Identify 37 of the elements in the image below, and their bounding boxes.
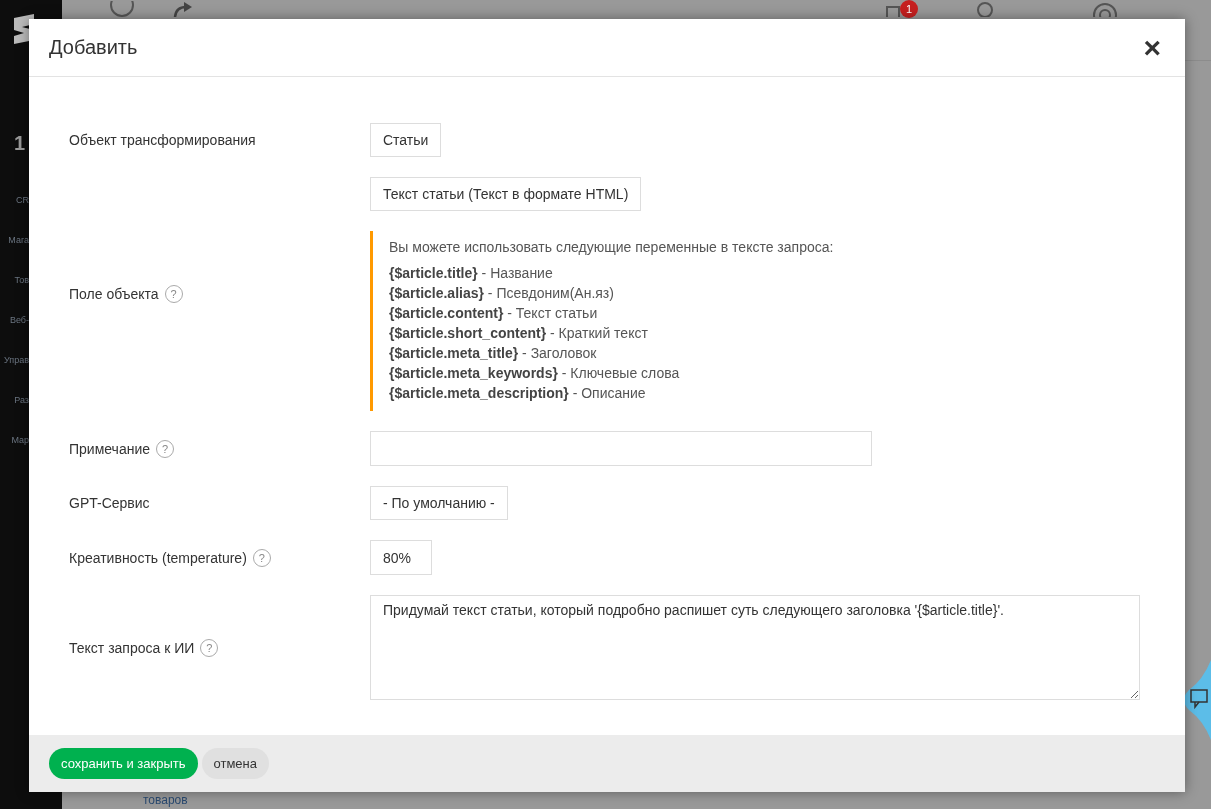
footer-link[interactable]: товаров (143, 794, 188, 807)
field-label: Поле объекта (69, 286, 159, 302)
user-icon[interactable] (976, 1, 994, 17)
input-field[interactable]: 80% (370, 540, 432, 575)
select-field[interactable]: Текст статьи (Текст в формате HTML) (370, 177, 642, 211)
counter-text: 1 (14, 132, 26, 155)
cancel-button[interactable]: отмена (201, 748, 269, 779)
variable-line: {$article.meta_keywords} - Ключевые слова (389, 365, 681, 381)
sidebar-item[interactable]: CR (16, 195, 29, 205)
field-label: Текст запроса к ИИ (69, 639, 195, 656)
variable-line: {$article.short_content} - Краткий текст (389, 325, 649, 341)
hint-text: Вы можете использовать следующие переменные в тексте запроса: (389, 239, 834, 255)
save-close-button[interactable]: сохранить и закрыть (49, 748, 198, 779)
field-label: Креативность (temperature) (69, 549, 247, 566)
redo-icon[interactable] (172, 1, 194, 17)
sidebar-item[interactable]: Тов (14, 275, 29, 285)
variable-line: {$article.content} - Текст статьи (389, 305, 599, 321)
variable-line: {$article.title} - Название (389, 265, 554, 281)
chat-bubble-icon[interactable] (1183, 660, 1211, 740)
close-button[interactable]: × (1139, 32, 1165, 63)
variable-line: {$article.alias} - Псевдоним(Ан.яз) (389, 285, 615, 301)
field-label: Объект трансформирования (69, 132, 256, 148)
dialog-title: Добавить (49, 36, 138, 59)
sidebar-item[interactable]: Мар (11, 435, 29, 445)
variable-line: {$article.meta_description} - Описание (389, 385, 647, 401)
variable-line: {$article.meta_title} - Заголовок (389, 345, 598, 361)
notification-badge: 1 (900, 0, 918, 18)
field-label: Примечание (69, 440, 151, 457)
field-label: GPT-Сервис (69, 495, 150, 511)
input-field[interactable] (370, 431, 872, 466)
select-field[interactable]: - По умолчанию - (370, 486, 508, 520)
sidebar-item[interactable]: Мага (8, 235, 29, 245)
sidebar-item[interactable]: Раз (14, 395, 29, 405)
select-field[interactable]: Статьи (370, 123, 442, 157)
sidebar-item[interactable]: Веб- (9, 315, 29, 325)
sidebar-item[interactable]: Управ (4, 355, 29, 365)
textarea-field[interactable]: Придумай текст статьи, который подробно распишет суть следующего заголовка '{$article.title}'. (370, 595, 1140, 700)
